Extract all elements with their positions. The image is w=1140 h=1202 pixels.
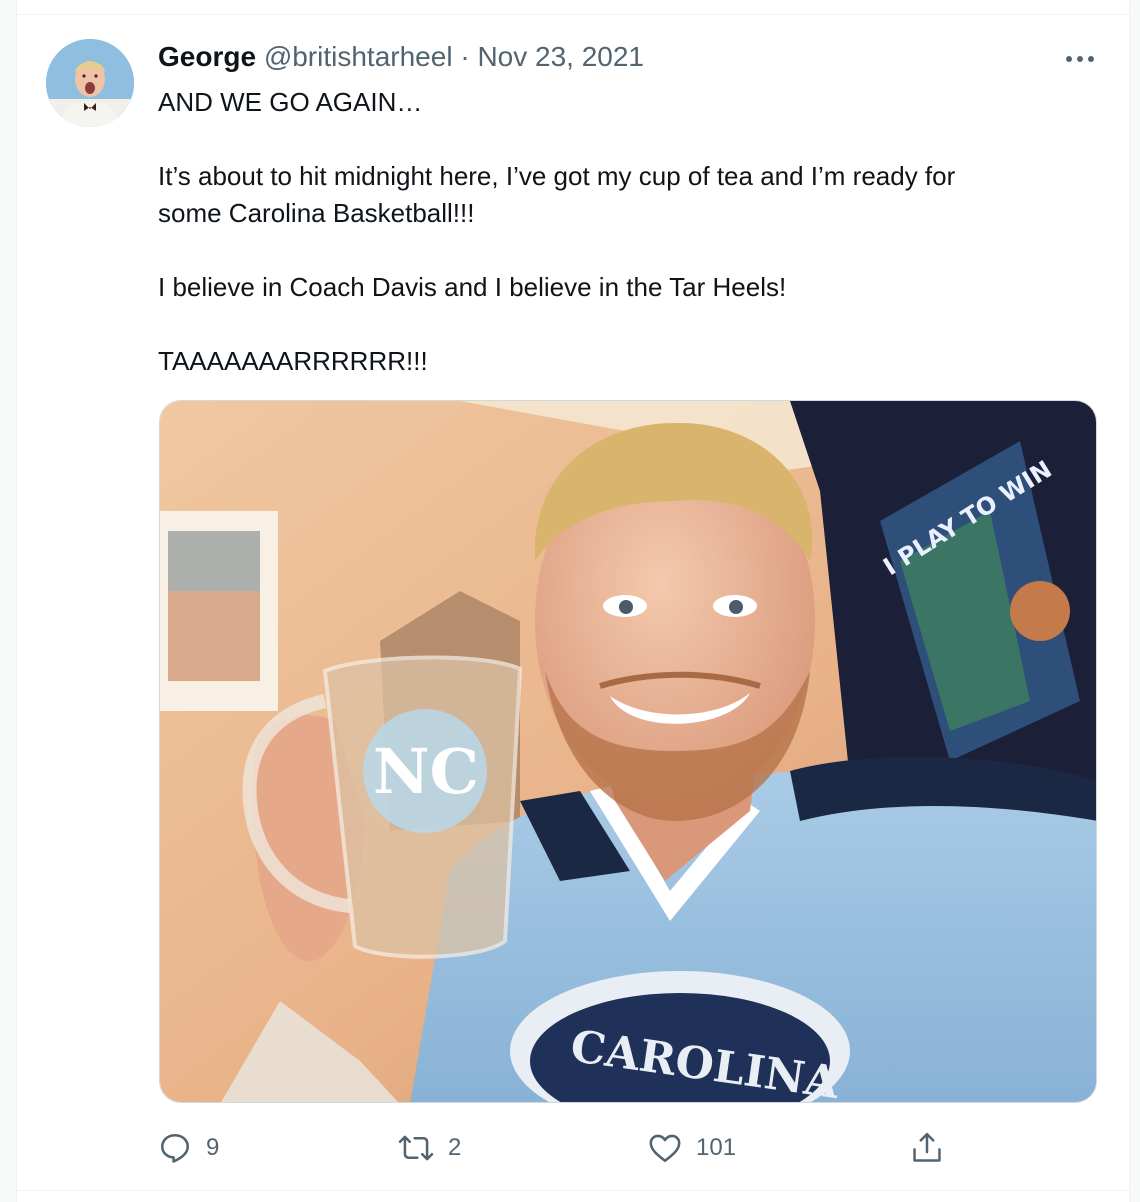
meta-separator: · [460, 41, 470, 72]
tweet-text: AND WE GO AGAIN… It’s about to hit midni… [158, 84, 1058, 380]
tweet-header: George @britishtarheel · Nov 23, 2021 [158, 40, 644, 74]
retweet-count: 2 [448, 1134, 462, 1161]
more-options-button[interactable] [1060, 44, 1100, 74]
tweet-top-divider [16, 14, 1130, 15]
tweet-date[interactable]: Nov 23, 2021 [477, 41, 644, 72]
retweet-arrows-icon [398, 1135, 434, 1161]
reply-button[interactable]: 9 [158, 1124, 219, 1172]
tweet-actions: 9 2 101 [158, 1124, 958, 1172]
left-page-gutter [0, 0, 17, 1202]
reply-bubble-icon [160, 1133, 190, 1163]
like-button[interactable]: 101 [648, 1124, 736, 1172]
tweet-photo[interactable]: I PLAY TO WIN CAROLINA NC [159, 400, 1097, 1103]
avatar[interactable] [46, 39, 134, 127]
heart-icon [649, 1134, 681, 1163]
tweet-bottom-divider [16, 1190, 1130, 1191]
author-name[interactable]: George [158, 41, 256, 72]
share-upload-icon [913, 1132, 941, 1162]
selfie-photo: I PLAY TO WIN CAROLINA NC [160, 401, 1096, 1102]
reply-count: 9 [206, 1134, 220, 1161]
tweet-line: I believe in Coach Davis and I believe i… [158, 272, 787, 302]
tweet-line: TAAAAAAARRRRRR!!! [158, 346, 428, 376]
share-button[interactable] [910, 1124, 944, 1172]
mug-logo: NC [373, 735, 479, 808]
author-handle[interactable]: @britishtarheel [264, 41, 453, 72]
like-count: 101 [696, 1134, 737, 1161]
more-dots-icon [1066, 56, 1094, 62]
right-page-gutter [1129, 0, 1140, 1202]
tweet-line: some Carolina Basketball!!! [158, 198, 475, 228]
retweet-button[interactable]: 2 [398, 1124, 461, 1172]
avatar-photo [46, 39, 134, 127]
tweet-line: AND WE GO AGAIN… [158, 87, 423, 117]
tweet-line: It’s about to hit midnight here, I’ve go… [158, 161, 956, 191]
